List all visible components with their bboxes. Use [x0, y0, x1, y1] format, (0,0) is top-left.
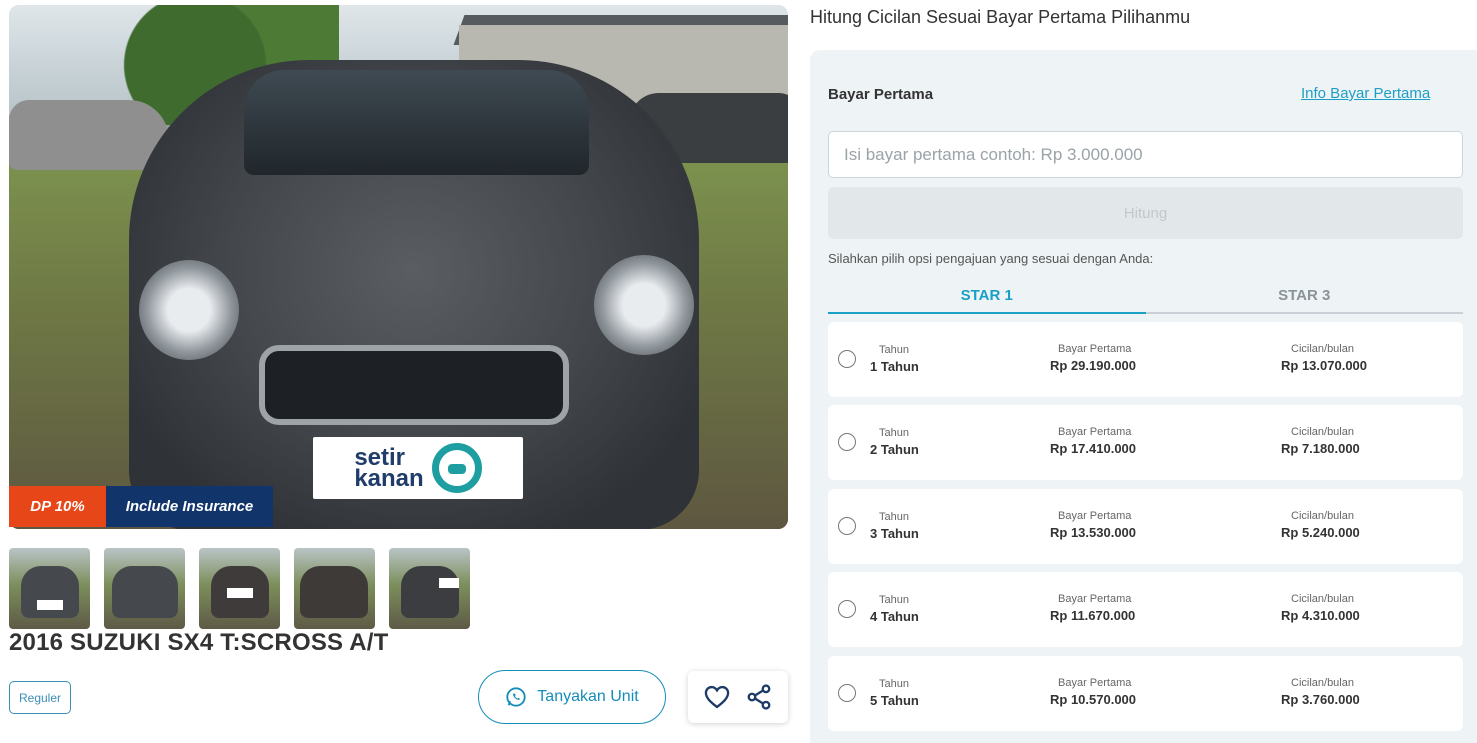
- photo-windshield: [244, 70, 589, 175]
- thumbnail[interactable]: [9, 548, 90, 629]
- dp-badge: DP 10%: [9, 486, 106, 527]
- thumbnail-car: [401, 566, 459, 618]
- calculate-button[interactable]: Hitung: [828, 187, 1463, 239]
- dp-label: Bayar Pertama: [1058, 426, 1132, 438]
- down-payment-input[interactable]: [828, 131, 1463, 178]
- tenor-label: Tahun: [879, 594, 909, 606]
- installment-value: Rp 13.070.000: [1281, 358, 1368, 373]
- installment-label: Cicilan/bulan: [1291, 426, 1354, 438]
- thumbnail-plate: [227, 588, 253, 598]
- dp-label: Bayar Pertama: [1058, 343, 1132, 355]
- tenor-label: Tahun: [879, 678, 909, 690]
- installment-column: Cicilan/bulan Rp 7.180.000: [1281, 426, 1360, 456]
- ask-unit-label: Tanyakan Unit: [537, 688, 639, 705]
- tenor-label: Tahun: [879, 427, 909, 439]
- main-car-photo[interactable]: setir kanan: [9, 5, 788, 529]
- dp-label: Bayar Pertama: [1058, 677, 1132, 689]
- installment-label: Cicilan/bulan: [1291, 343, 1354, 355]
- tenor-value: 1 Tahun: [870, 359, 919, 374]
- tenor-column: Tahun 1 Tahun: [870, 344, 919, 374]
- installment-value: Rp 4.310.000: [1281, 608, 1360, 623]
- tenor-label: Tahun: [879, 344, 909, 356]
- share-icon[interactable]: [745, 683, 773, 711]
- installment-option[interactable]: Tahun 5 Tahun Bayar Pertama Rp 10.570.000 …: [828, 656, 1463, 731]
- plate-brand-text: setir kanan: [354, 446, 424, 492]
- dp-value: Rp 11.670.000: [1050, 608, 1136, 623]
- insurance-badge: Include Insurance: [106, 486, 273, 527]
- installment-column: Cicilan/bulan Rp 3.760.000: [1281, 677, 1360, 707]
- down-payment-label: Bayar Pertama: [828, 86, 934, 103]
- calculator-heading: Hitung Cicilan Sesuai Bayar Pertama Pili…: [810, 7, 1191, 27]
- dp-value: Rp 17.410.000: [1050, 441, 1137, 456]
- installment-column: Cicilan/bulan Rp 13.070.000: [1281, 343, 1367, 373]
- option-radio[interactable]: [838, 517, 856, 535]
- installment-column: Cicilan/bulan Rp 5.240.000: [1281, 510, 1360, 540]
- installment-value: Rp 3.760.000: [1281, 692, 1360, 707]
- dp-column: Bayar Pertama Rp 11.670.000: [1050, 593, 1135, 623]
- thumbnail[interactable]: [104, 548, 185, 629]
- dp-label: Bayar Pertama: [1058, 510, 1132, 522]
- thumbnail-car: [112, 566, 178, 618]
- photo-grille: [259, 345, 569, 425]
- option-radio[interactable]: [838, 684, 856, 702]
- thumbnail[interactable]: [199, 548, 280, 629]
- whatsapp-icon: [506, 687, 526, 707]
- tab-star-3[interactable]: STAR 3: [1146, 278, 1464, 312]
- installment-option[interactable]: Tahun 3 Tahun Bayar Pertama Rp 13.530.000 …: [828, 489, 1463, 564]
- thumbnail[interactable]: [389, 548, 470, 629]
- photo-parked-car-left: [9, 100, 169, 170]
- tenor-value: 2 Tahun: [870, 442, 919, 457]
- listing-tag: Reguler: [9, 681, 71, 714]
- photo-headlamp-left: [139, 260, 239, 360]
- heart-icon[interactable]: [703, 683, 731, 711]
- action-box: [688, 671, 788, 723]
- dp-value: Rp 10.570.000: [1050, 692, 1137, 707]
- tenor-column: Tahun 2 Tahun: [870, 427, 919, 457]
- dp-value: Rp 29.190.000: [1050, 358, 1137, 373]
- dp-column: Bayar Pertama Rp 13.530.000: [1050, 510, 1136, 540]
- tab-star-1[interactable]: STAR 1: [828, 278, 1146, 314]
- dp-value: Rp 13.530.000: [1050, 525, 1137, 540]
- option-radio[interactable]: [838, 433, 856, 451]
- thumbnail-plate: [439, 578, 459, 588]
- dp-column: Bayar Pertama Rp 10.570.000: [1050, 677, 1136, 707]
- tenor-column: Tahun 5 Tahun: [870, 678, 919, 708]
- listing-title: 2016 SUZUKI SX4 T:SCROSS A/T: [9, 629, 389, 656]
- thumbnail-plate: [37, 600, 63, 610]
- tenor-label: Tahun: [879, 511, 909, 523]
- steering-wheel-icon: [431, 443, 482, 493]
- installment-option[interactable]: Tahun 2 Tahun Bayar Pertama Rp 17.410.000 …: [828, 405, 1463, 480]
- installment-option[interactable]: Tahun 4 Tahun Bayar Pertama Rp 11.670.000 …: [828, 572, 1463, 647]
- installment-label: Cicilan/bulan: [1291, 677, 1354, 689]
- dp-column: Bayar Pertama Rp 17.410.000: [1050, 426, 1136, 456]
- installment-column: Cicilan/bulan Rp 4.310.000: [1281, 593, 1360, 623]
- installment-option[interactable]: Tahun 1 Tahun Bayar Pertama Rp 29.190.000 …: [828, 322, 1463, 397]
- dp-column: Bayar Pertama Rp 29.190.000: [1050, 343, 1136, 373]
- plate-brand-line-2: kanan: [354, 465, 424, 492]
- ask-unit-button[interactable]: Tanyakan Unit: [478, 670, 666, 724]
- tenor-column: Tahun 3 Tahun: [870, 511, 919, 541]
- thumbnail-car: [21, 566, 79, 618]
- option-hint: Silahkan pilih opsi pengajuan yang sesua…: [828, 251, 1154, 266]
- installment-label: Cicilan/bulan: [1291, 510, 1354, 522]
- tenor-value: 4 Tahun: [870, 609, 919, 624]
- option-radio[interactable]: [838, 350, 856, 368]
- thumbnail-strip: [9, 548, 470, 629]
- down-payment-info-link[interactable]: Info Bayar Pertama: [1301, 85, 1430, 102]
- installment-label: Cicilan/bulan: [1291, 593, 1354, 605]
- photo-headlamp-right: [594, 255, 694, 355]
- option-radio[interactable]: [838, 600, 856, 618]
- tenor-value: 5 Tahun: [870, 693, 919, 708]
- tenor-column: Tahun 4 Tahun: [870, 594, 919, 624]
- plate-logo: setir kanan: [313, 437, 523, 499]
- thumbnail-car: [300, 566, 368, 618]
- thumbnail[interactable]: [294, 548, 375, 629]
- plan-tabs: STAR 1 STAR 3: [828, 278, 1463, 314]
- installment-value: Rp 7.180.000: [1281, 441, 1360, 456]
- tenor-value: 3 Tahun: [870, 526, 919, 541]
- dp-label: Bayar Pertama: [1058, 593, 1132, 605]
- installment-value: Rp 5.240.000: [1281, 525, 1360, 540]
